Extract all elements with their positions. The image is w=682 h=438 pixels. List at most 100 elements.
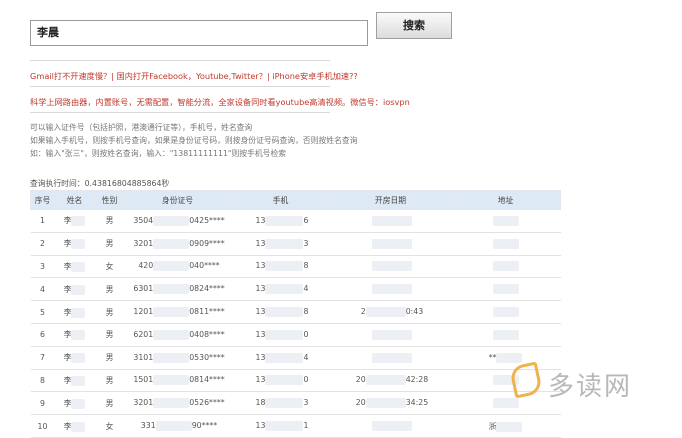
cell-date — [330, 414, 451, 438]
cell-gender: 男 — [94, 369, 125, 393]
table-header-row: 序号 姓名 性别 身份证号 手机 开房日期 地址 — [30, 190, 561, 210]
cell-no: 6 — [30, 323, 55, 347]
redacted-block — [365, 375, 406, 386]
help-note: 如：输入"张三"，则按姓名查询，输入："13811111111"则按手机号检索 — [30, 149, 287, 158]
cell-gender: 男 — [94, 300, 125, 324]
redacted-block — [71, 284, 86, 295]
cell-gender: 男 — [94, 232, 125, 256]
cell-address: ** — [450, 346, 561, 370]
redacted-block — [492, 261, 519, 272]
table-row: 6 李男 6201 0408**** 13 0 — [30, 323, 561, 347]
cell-id: 3201 0909**** — [124, 232, 231, 256]
redacted-block — [265, 421, 304, 432]
cell-name: 李 — [54, 369, 95, 393]
table-row: 8 李男 1501 0814**** 13 0 20 42:28 — [30, 369, 561, 393]
redacted-block — [492, 307, 519, 318]
watermark-text: 多读网 — [548, 372, 633, 402]
cell-name: 李 — [54, 209, 95, 233]
cell-phone: 18 3 — [230, 391, 331, 416]
redacted-block — [372, 421, 412, 432]
cell-no: 8 — [30, 369, 55, 393]
redacted-block — [372, 284, 412, 295]
cell-date: 2 0:43 — [330, 300, 451, 324]
table-row: 2 李男 3201 0909**** 13 3 — [30, 232, 561, 256]
col-header-phone: 手机 — [230, 190, 331, 210]
cell-address — [450, 369, 561, 393]
cell-phone: 13 6 — [230, 209, 331, 233]
cell-no: 5 — [30, 300, 55, 324]
redacted-block — [153, 215, 190, 226]
redacted-block — [155, 421, 192, 432]
redacted-block — [492, 215, 519, 226]
cell-name: 李 — [54, 391, 95, 416]
col-header-gender: 性别 — [94, 190, 125, 210]
redacted-block — [372, 261, 412, 272]
table-row: 3 李女 420 040**** 13 8 — [30, 255, 561, 279]
table-row: 1 李男 3504 0425**** 13 6 — [30, 209, 561, 233]
cell-date — [330, 232, 451, 256]
col-header-date: 开房日期 — [330, 190, 451, 210]
col-header-name: 姓名 — [54, 190, 95, 210]
cell-phone: 13 0 — [230, 369, 331, 393]
cell-phone: 13 8 — [230, 300, 331, 324]
cell-gender: 女 — [94, 414, 125, 438]
cell-date — [330, 255, 451, 279]
help-note: 可以输入证件号（包括护照，港澳通行证等），手机号，姓名查询 — [30, 123, 253, 132]
cell-phone: 13 8 — [230, 255, 331, 279]
cell-date — [330, 323, 451, 347]
promo-link-router[interactable]: 科学上网路由器，内置账号，无需配置，智能分流，全家设备同时看youtube高清视… — [30, 96, 410, 108]
promo-link-vpn[interactable]: Gmail打不开速度慢？| 国内打开Facebook，Youtube,Twitt… — [30, 70, 358, 82]
cell-date — [330, 209, 451, 233]
redacted-block — [71, 398, 86, 409]
redacted-block — [153, 261, 190, 272]
redacted-block — [265, 215, 304, 226]
query-time: 查询执行时间：0.43816804885864秒 — [30, 179, 170, 188]
search-input[interactable]: 李晨 — [30, 20, 368, 46]
cell-name: 李 — [54, 255, 95, 279]
cell-no: 9 — [30, 391, 55, 416]
redacted-block — [492, 238, 519, 249]
cell-name: 李 — [54, 346, 95, 370]
cell-phone: 13 0 — [230, 323, 331, 347]
cell-id: 6201 0408**** — [124, 323, 231, 347]
redacted-block — [496, 421, 523, 432]
cell-phone: 13 4 — [230, 277, 331, 302]
cell-gender: 女 — [94, 255, 125, 279]
cell-date — [330, 346, 451, 370]
redacted-block — [265, 307, 304, 318]
redacted-block — [71, 261, 86, 272]
table-row: 7 李男 3101 0530**** 13 4 ** — [30, 346, 561, 370]
cell-id: 6301 0824**** — [124, 277, 231, 302]
redacted-block — [71, 307, 86, 318]
cell-no: 4 — [30, 277, 55, 302]
cell-id: 3201 0526**** — [124, 391, 231, 416]
cell-address — [450, 323, 561, 347]
cell-address — [450, 232, 561, 256]
redacted-block — [492, 284, 519, 295]
cell-no: 2 — [30, 232, 55, 256]
cell-date: 20 34:25 — [330, 391, 451, 416]
table-row: 9 李男 3201 0526**** 18 3 20 34:25 — [30, 391, 561, 416]
redacted-block — [71, 375, 86, 386]
cell-name: 李 — [54, 414, 95, 438]
redacted-block — [265, 284, 304, 295]
cell-address — [450, 300, 561, 324]
cell-address — [450, 209, 561, 233]
cell-gender: 男 — [94, 209, 125, 233]
col-header-id: 身份证号 — [124, 190, 231, 210]
cell-id: 420 040**** — [124, 255, 231, 279]
cell-name: 李 — [54, 232, 95, 256]
redacted-block — [372, 215, 412, 226]
redacted-block — [372, 238, 412, 249]
redacted-block — [71, 353, 86, 364]
redacted-block — [265, 238, 304, 249]
search-button[interactable]: 搜索 — [376, 12, 452, 39]
cell-no: 3 — [30, 255, 55, 279]
cell-phone: 13 4 — [230, 346, 331, 370]
table-row: 5 李男 1201 0811**** 13 8 2 0:43 — [30, 300, 561, 324]
cell-name: 李 — [54, 277, 95, 302]
redacted-block — [365, 307, 406, 318]
redacted-block — [153, 307, 190, 318]
cell-id: 3101 0530**** — [124, 346, 231, 370]
cell-id: 1501 0814**** — [124, 369, 231, 393]
